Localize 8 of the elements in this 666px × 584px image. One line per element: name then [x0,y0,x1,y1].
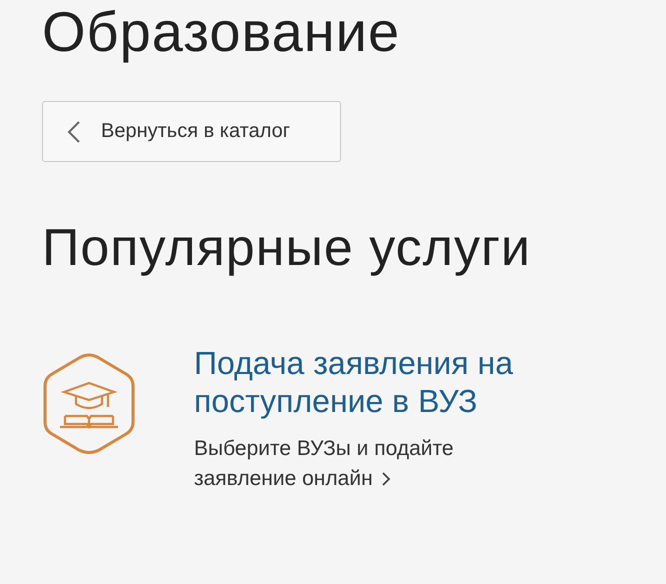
chevron-right-icon [380,471,391,488]
page-title: Образование [42,0,402,64]
graduation-cap-book-icon [42,352,136,456]
chevron-left-icon [67,120,81,144]
section-title: Популярные услуги [42,218,532,278]
back-button[interactable]: Вернуться в каталог [42,101,341,162]
details-link[interactable]: Выберите ВУЗы и подайте заявление онлайн [194,434,494,494]
service-link[interactable]: Подача заявления на поступление в ВУЗ [194,344,614,420]
